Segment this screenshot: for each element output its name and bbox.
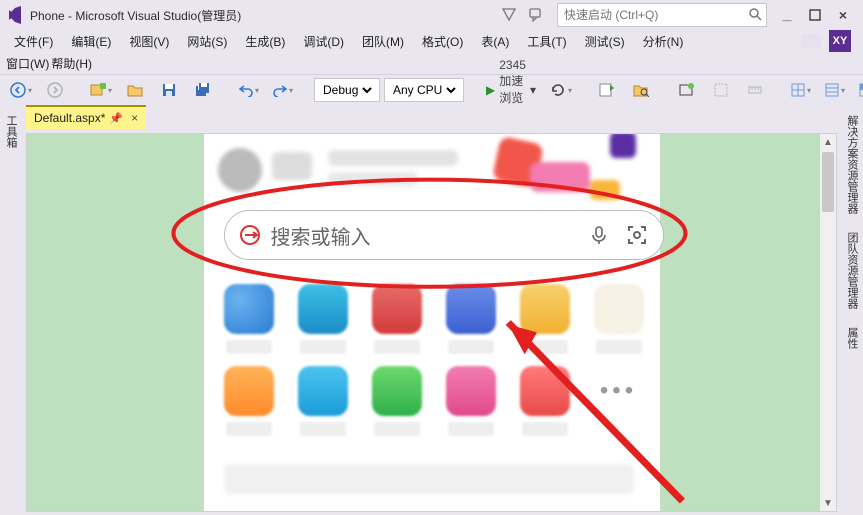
document-tab-label: Default.aspx* [34,111,105,125]
find-in-files-button[interactable] [626,79,656,101]
phone-search-bar[interactable]: 搜索或输入 [224,210,664,260]
browse-button[interactable] [592,79,622,101]
app-tile[interactable] [520,366,570,436]
save-button[interactable] [154,79,184,101]
notifications-icon[interactable] [497,3,521,27]
feedback-icon[interactable] [525,3,549,27]
document-tab-default-aspx[interactable]: Default.aspx* 📌 × [26,105,146,129]
solution-config-combo[interactable]: Debug [314,78,380,102]
solution-explorer-tab[interactable]: 解决方案资源管理器 [842,109,862,220]
phone-search-placeholder: 搜索或输入 [271,221,573,250]
nav-forward-button[interactable] [40,79,70,101]
redo-button[interactable]: ▾ [268,79,298,101]
menu-format[interactable]: 格式(O) [414,31,471,52]
menu-team[interactable]: 团队(M) [354,31,412,52]
properties-tab[interactable]: 属性 [842,321,862,355]
user-avatar-badge[interactable]: XY [829,30,851,52]
ruler-button[interactable] [740,79,770,101]
table-insert-button[interactable]: ▾ [786,79,816,101]
headline-blur-region [224,464,634,494]
solution-platform-combo[interactable]: Any CPU [384,78,464,102]
menu-test[interactable]: 测试(S) [577,31,633,52]
minimize-button[interactable]: _ [773,5,801,25]
app-tile[interactable] [372,366,422,436]
menu-help[interactable]: 帮助(H) [51,55,92,72]
start-debug-button[interactable]: ▶ 2345加速浏览器 ▾ [480,79,542,101]
scroll-down-button[interactable]: ▼ [820,495,836,511]
quick-launch-box[interactable] [557,3,767,27]
app-tile[interactable] [224,284,274,354]
play-icon: ▶ [486,83,495,97]
document-tab-well: Default.aspx* 📌 × [22,105,841,129]
app-tile[interactable] [520,284,570,354]
undo-button[interactable]: ▾ [234,79,264,101]
app-tile[interactable] [446,366,496,436]
save-all-button[interactable] [188,79,218,101]
app-tile[interactable] [594,284,644,354]
menu-debug[interactable]: 调试(D) [295,31,352,52]
scan-icon[interactable] [625,223,649,247]
app-tile[interactable] [298,366,348,436]
vertical-scrollbar[interactable]: ▲ ▼ [819,134,836,511]
target-schema-button[interactable] [706,79,736,101]
solution-config-select[interactable]: Debug [319,82,375,98]
microphone-icon[interactable] [587,223,611,247]
close-button[interactable]: × [829,5,857,25]
solution-platform-select[interactable]: Any CPU [389,82,459,98]
menu-bar: 文件(F) 编辑(E) 视图(V) 网站(S) 生成(B) 调试(D) 团队(M… [0,30,863,52]
menu-build[interactable]: 生成(B) [237,31,293,52]
toolbox-tab[interactable]: 工具箱 [1,109,21,154]
menu-view[interactable]: 视图(V) [121,31,177,52]
app-row-2: ••• [224,366,644,436]
app-tile[interactable] [224,366,274,436]
open-file-button[interactable] [120,79,150,101]
app-tile[interactable] [298,284,348,354]
maximize-button[interactable] [801,5,829,25]
vs-logo-icon [6,6,24,24]
browser-refresh-button[interactable]: ▾ [546,79,576,101]
app-tile[interactable] [372,284,422,354]
close-tab-icon[interactable]: × [131,111,138,125]
window-title: Phone - Microsoft Visual Studio(管理员) [30,7,241,24]
right-sidebar: 解决方案资源管理器 团队资源管理器 属性 [841,105,863,515]
quick-launch-input[interactable] [562,7,748,23]
new-project-button[interactable]: ▾ [86,79,116,101]
table-color-button[interactable]: ▾ [854,79,863,101]
nav-back-button[interactable]: ▾ [6,79,36,101]
pin-icon[interactable]: 📌 [109,112,123,125]
scroll-up-button[interactable]: ▲ [820,134,836,150]
scroll-track[interactable] [820,150,836,495]
titlebar: Phone - Microsoft Visual Studio(管理员) _ × [0,0,863,30]
menu-tools[interactable]: 工具(T) [519,31,574,52]
menu-website[interactable]: 网站(S) [179,31,235,52]
menu-analyze[interactable]: 分析(N) [635,31,692,52]
menu-window[interactable]: 窗口(W) [6,55,49,72]
designer-viewport[interactable]: 搜索或输入 [26,133,837,512]
left-sidebar: 工具箱 [0,105,22,515]
app-tile-more[interactable]: ••• [594,366,644,436]
phone-preview: 搜索或输入 [204,134,660,512]
banner-graphic [470,134,650,204]
search-engine-icon [239,224,261,246]
new-inline-style-button[interactable] [672,79,702,101]
team-explorer-tab[interactable]: 团队资源管理器 [842,226,862,315]
main-toolbar: ▾ ▾ ▾ ▾ Debug Any CPU ▶ 2345加速浏览器 ▾ ▾ [0,74,863,105]
table-layout-button[interactable]: ▾ [820,79,850,101]
menu-edit[interactable]: 编辑(E) [63,31,119,52]
menu-table[interactable]: 表(A) [473,31,517,52]
scroll-thumb[interactable] [822,152,834,212]
menu-file[interactable]: 文件(F) [6,31,61,52]
app-tile[interactable] [446,284,496,354]
menu-bar-row2: 窗口(W) 帮助(H) [0,52,863,74]
search-icon[interactable] [748,7,762,24]
signin-placeholder-icon[interactable] [801,34,821,48]
app-row-1 [224,284,644,354]
